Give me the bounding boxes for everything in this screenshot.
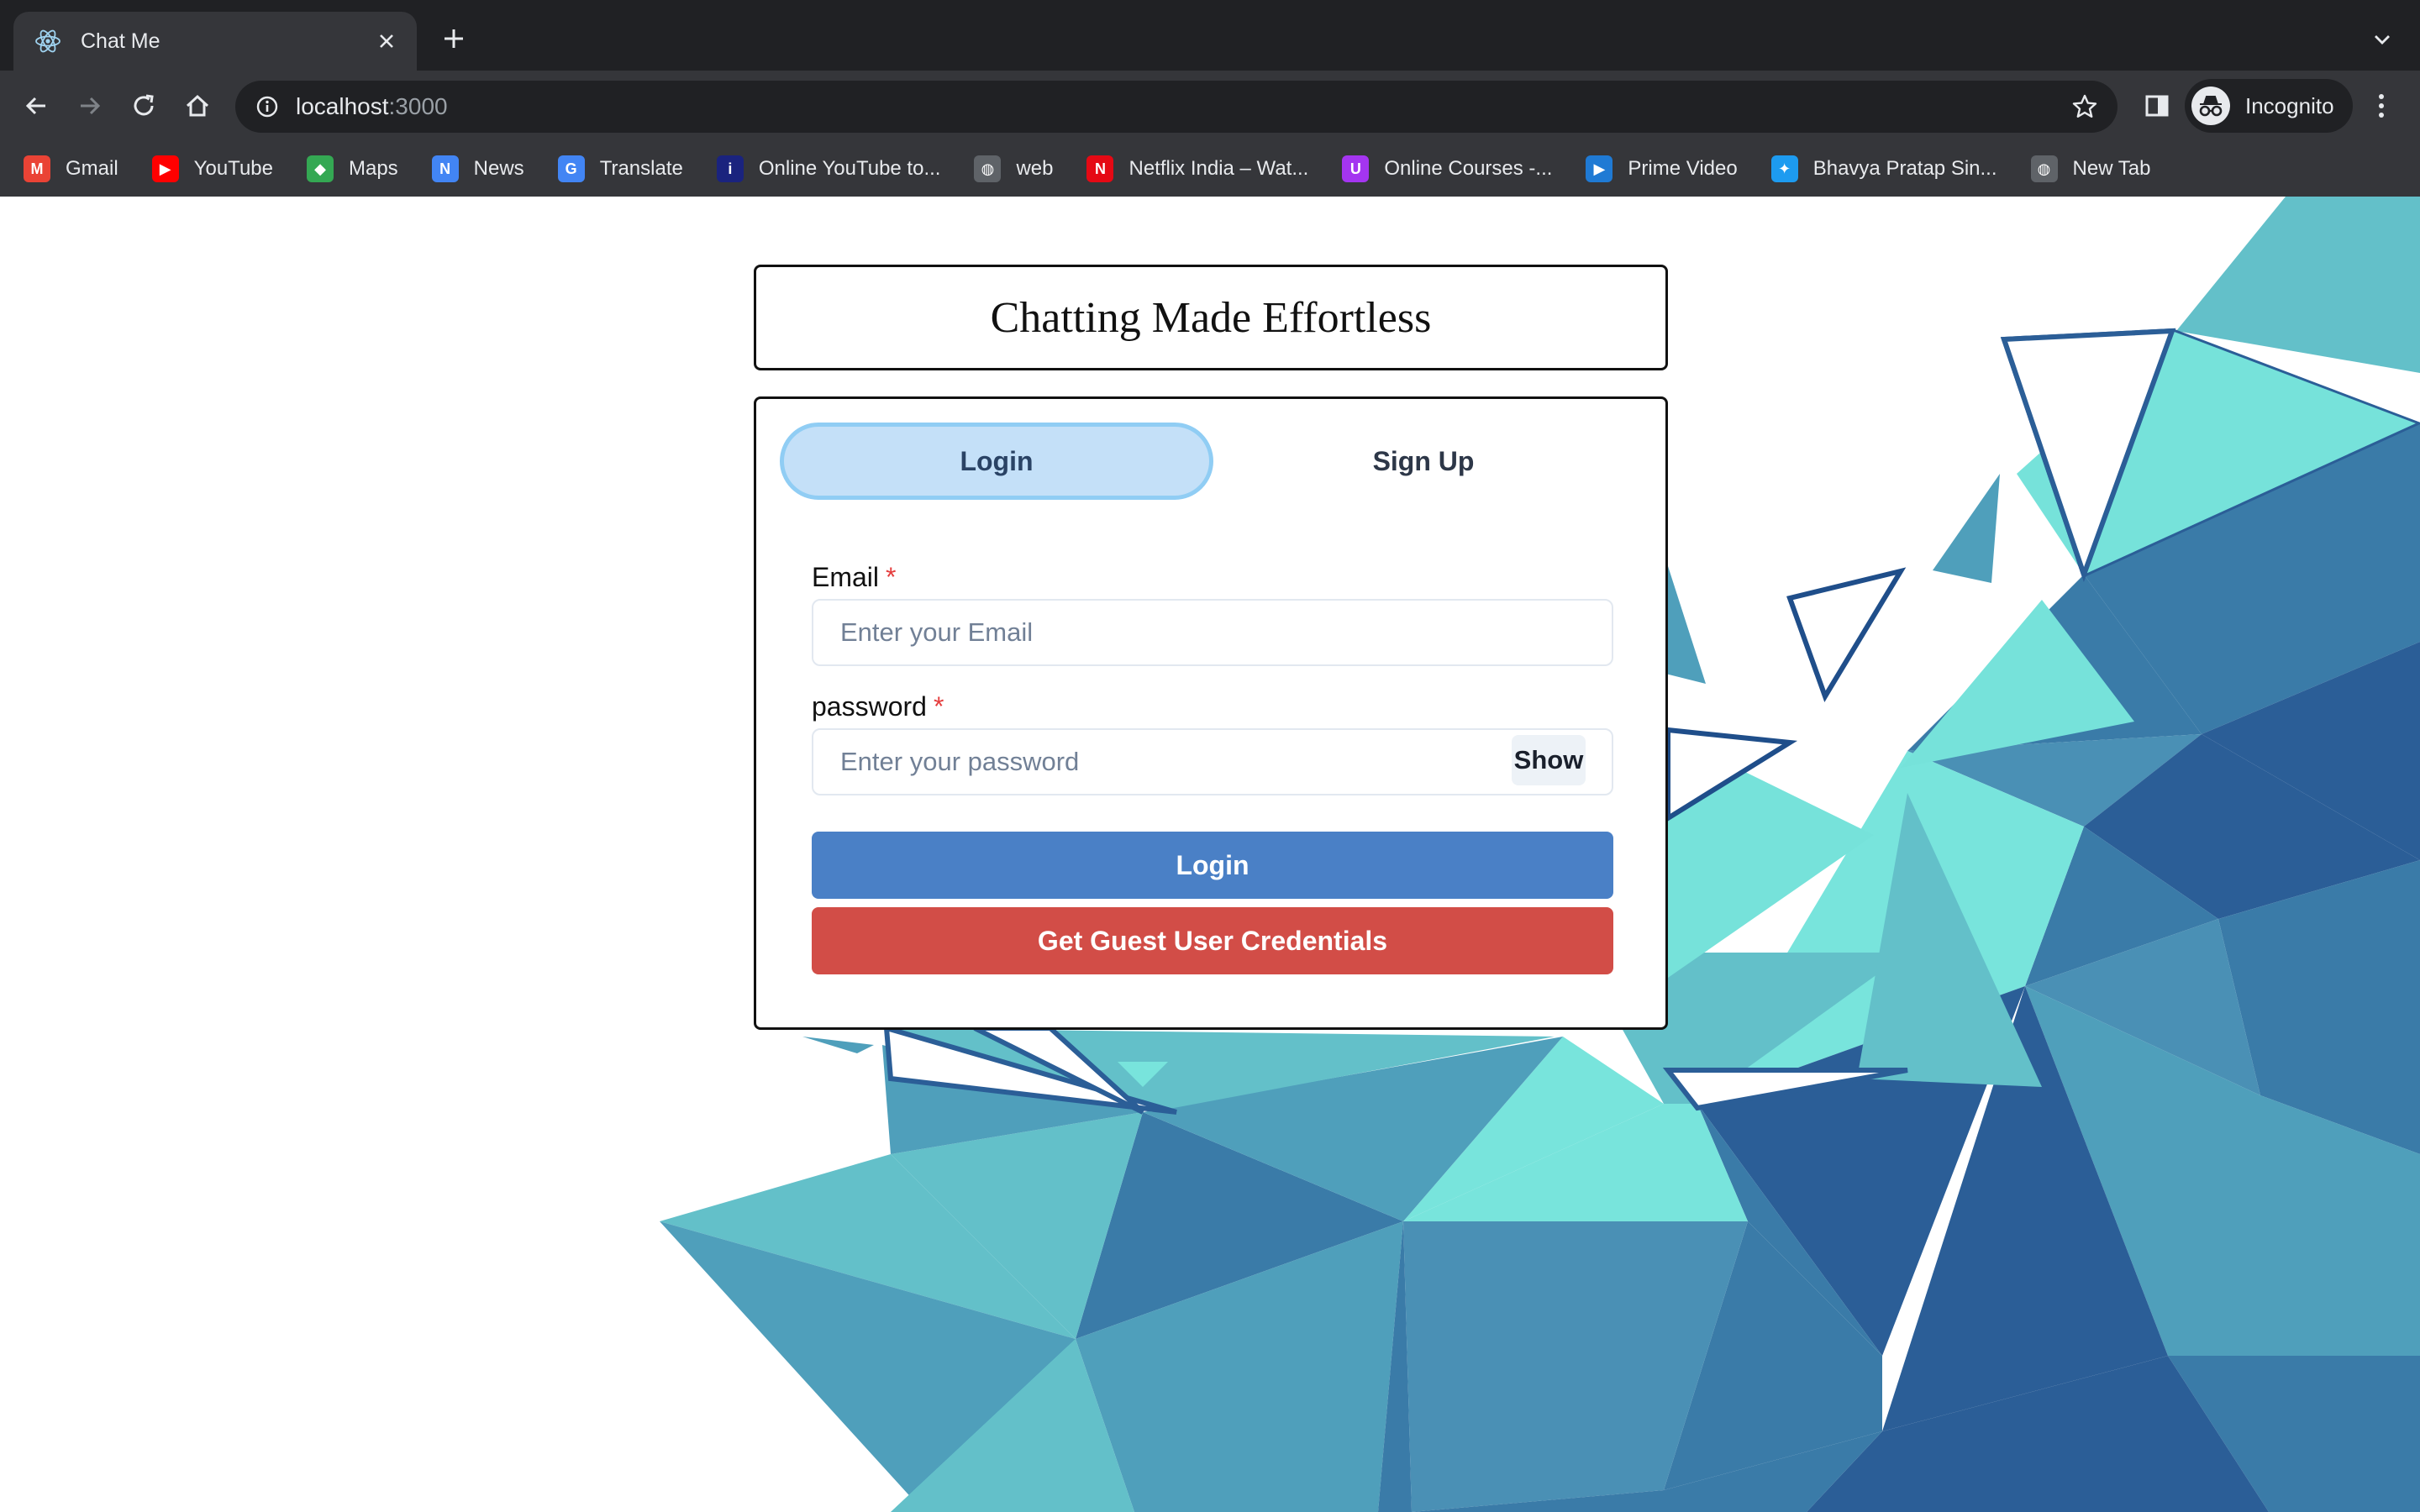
bookmark-label: Translate xyxy=(599,157,683,180)
bookmark-item[interactable]: M Gmail xyxy=(24,148,118,190)
browser-tab[interactable]: Chat Me xyxy=(13,12,417,71)
converter-icon: i xyxy=(716,155,744,182)
bookmark-label: web xyxy=(1016,157,1054,180)
email-field[interactable] xyxy=(812,599,1613,666)
incognito-profile[interactable]: Incognito xyxy=(2185,79,2353,133)
side-panel-icon[interactable] xyxy=(2139,88,2175,123)
twitter-icon: ✦ xyxy=(1770,155,1798,182)
page-title: Chatting Made Effortless xyxy=(990,293,1432,342)
maps-icon: ◆ xyxy=(306,155,334,182)
bookmark-label: Online Courses -... xyxy=(1384,157,1553,180)
react-icon xyxy=(34,27,62,55)
bookmark-label: Maps xyxy=(348,157,398,180)
prime-video-icon: ▶ xyxy=(1586,155,1613,182)
bookmark-item[interactable]: G Translate xyxy=(557,148,683,190)
bookmark-item[interactable]: N Netflix India – Wat... xyxy=(1086,148,1308,190)
gmail-icon: M xyxy=(24,155,50,182)
bookmark-item[interactable]: ▶ Prime Video xyxy=(1586,148,1738,190)
udemy-icon: U xyxy=(1342,155,1370,182)
login-button[interactable]: Login xyxy=(812,832,1613,899)
url-text: localhost:3000 xyxy=(296,93,448,119)
bookmark-item[interactable]: ◍ New Tab xyxy=(2030,148,2151,190)
bookmark-item[interactable]: ◆ Maps xyxy=(306,148,398,190)
bookmark-label: Bhavya Pratap Sin... xyxy=(1812,157,1997,180)
bookmark-label: Netflix India – Wat... xyxy=(1128,157,1309,180)
auth-card: Login Sign Up Email* password* Show Logi… xyxy=(754,396,1668,1030)
tab-title: Chat Me xyxy=(81,29,160,53)
password-label: password * xyxy=(812,691,944,722)
bookmark-label: Prime Video xyxy=(1628,157,1738,180)
bookmark-item[interactable]: U Online Courses -... xyxy=(1342,148,1552,190)
globe-icon: ◍ xyxy=(2030,155,2058,182)
app-page: Chatting Made Effortless Login Sign Up E… xyxy=(0,197,2420,1512)
site-info-icon[interactable] xyxy=(254,93,281,120)
guest-credentials-button[interactable]: Get Guest User Credentials xyxy=(812,907,1613,974)
required-mark: * xyxy=(886,562,897,592)
password-field[interactable] xyxy=(812,728,1613,795)
browser-chrome: Chat Me localhost:3000 Incognito M Gmail… xyxy=(0,0,2420,197)
bookmark-item[interactable]: ▶ YouTube xyxy=(151,148,273,190)
bookmark-item[interactable]: ✦ Bhavya Pratap Sin... xyxy=(1770,148,1997,190)
reload-icon[interactable] xyxy=(126,88,161,123)
browser-toolbar: localhost:3000 Incognito xyxy=(0,71,2420,141)
tab-strip: Chat Me xyxy=(0,0,2420,71)
translate-icon: G xyxy=(557,155,585,182)
youtube-icon: ▶ xyxy=(151,155,179,182)
address-bar[interactable]: localhost:3000 xyxy=(235,81,2118,133)
tab-signup[interactable]: Sign Up xyxy=(1207,423,1640,500)
tab-login[interactable]: Login xyxy=(780,423,1213,500)
more-menu-icon[interactable] xyxy=(2365,89,2398,123)
bookmark-item[interactable]: i Online YouTube to... xyxy=(716,148,941,190)
new-tab-icon[interactable] xyxy=(437,22,471,55)
close-icon[interactable] xyxy=(370,24,403,58)
auth-tabs: Login Sign Up xyxy=(780,423,1637,500)
bookmark-item[interactable]: ◍ web xyxy=(974,148,1053,190)
incognito-icon xyxy=(2191,87,2230,125)
news-icon: N xyxy=(431,155,459,182)
bookmarks-bar: M Gmail ▶ YouTube ◆ Maps N News G Translate i Onlin… xyxy=(0,141,2420,197)
email-label: Email * xyxy=(812,562,897,592)
bookmark-label: YouTube xyxy=(193,157,273,180)
bookmark-label: News xyxy=(473,157,524,180)
profile-label: Incognito xyxy=(2245,92,2334,118)
netflix-icon: N xyxy=(1086,155,1114,182)
show-password-button[interactable]: Show xyxy=(1512,735,1586,785)
bookmark-label: New Tab xyxy=(2072,157,2151,180)
app-header: Chatting Made Effortless xyxy=(754,265,1668,370)
bookmark-label: Gmail xyxy=(66,157,118,180)
back-arrow-icon[interactable] xyxy=(18,88,54,123)
bookmark-label: Online YouTube to... xyxy=(758,157,941,180)
forward-arrow-icon[interactable] xyxy=(72,88,108,123)
home-icon[interactable] xyxy=(180,88,215,123)
chevron-down-icon[interactable] xyxy=(2368,25,2396,54)
required-mark: * xyxy=(933,691,944,722)
globe-icon: ◍ xyxy=(974,155,1002,182)
bookmark-star-icon[interactable] xyxy=(2070,92,2099,121)
bookmark-item[interactable]: N News xyxy=(431,148,524,190)
